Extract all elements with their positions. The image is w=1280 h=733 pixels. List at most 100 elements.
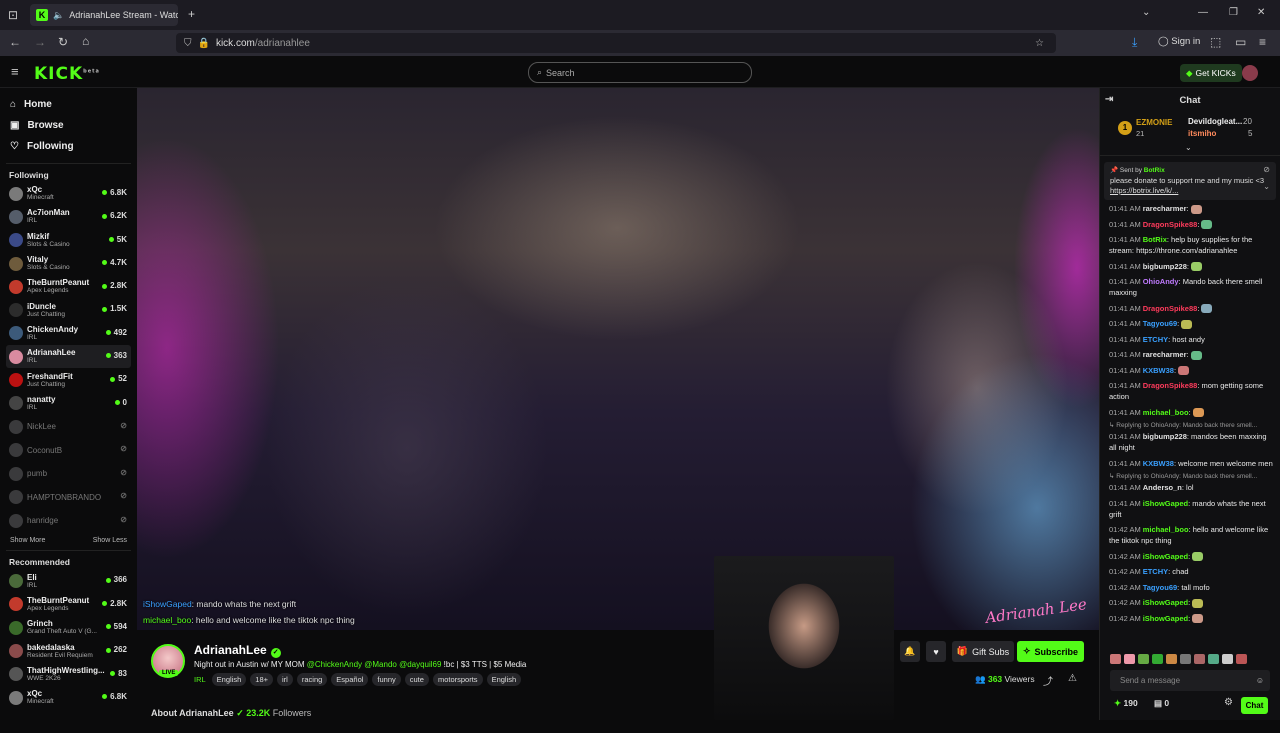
message-user[interactable]: KXBW38 — [1143, 459, 1174, 468]
message-user[interactable]: iShowGaped — [1143, 552, 1188, 561]
sidebar-channel[interactable]: xQc Minecraft 6.8K — [6, 182, 131, 205]
stream-tag[interactable]: motorsports — [432, 673, 483, 686]
kick-logo[interactable]: KICKbeta — [34, 64, 100, 84]
message-user[interactable]: DragonSpike88 — [1143, 381, 1198, 390]
sidebar-item-following[interactable]: ♡ Following — [6, 136, 131, 157]
sidebar-channel[interactable]: NickLee ⊘ — [6, 415, 131, 439]
download-icon[interactable]: ⤓ — [1132, 35, 1137, 50]
unpin-icon[interactable]: ⊘ — [1263, 165, 1270, 175]
chevron-down-icon[interactable]: ⌄ — [1142, 7, 1150, 18]
message-user[interactable]: rarecharmer — [1143, 350, 1187, 359]
stream-tag[interactable]: English — [211, 673, 247, 686]
leader-name[interactable]: Devildogleat... — [1188, 117, 1242, 126]
collapse-chat-icon[interactable]: ⇥ — [1105, 94, 1113, 105]
category-link[interactable]: IRL — [194, 675, 206, 684]
sidebar-channel[interactable]: TheBurntPeanut Apex Legends 2.8K — [6, 593, 131, 616]
forward-icon[interactable]: → — [34, 35, 46, 49]
show-less-button[interactable]: Show Less — [93, 537, 127, 544]
sidebar-channel[interactable]: HAMPTONBRANDO ⊘ — [6, 485, 131, 509]
notification-bell-icon[interactable]: 🔔 — [900, 641, 920, 662]
tab-list-icon[interactable]: ⊡ — [8, 8, 18, 22]
close-window-icon[interactable]: ✕ — [1257, 7, 1265, 18]
sidebar-channel[interactable]: bakedalaska Resident Evil Requiem 262 — [6, 639, 131, 662]
bookmark-star-icon[interactable]: ☆ — [1035, 38, 1044, 49]
chat-message[interactable]: 01:42 AM iShowGaped: — [1109, 551, 1273, 562]
pinned-user[interactable]: BotRix — [1144, 167, 1165, 174]
sign-in-button[interactable]: ◯ Sign in — [1158, 36, 1200, 47]
report-icon[interactable]: ⚠ — [1068, 673, 1077, 684]
sidebar-channel[interactable]: TheBurntPeanut Apex Legends 2.8K — [6, 275, 131, 298]
sidebar-channel[interactable]: FreshandFit Just Chatting 52 — [6, 368, 131, 391]
follow-heart-icon[interactable]: ♥ — [926, 641, 946, 662]
address-bar[interactable]: ⛉ 🔒 kick.com/adrianahlee ☆ — [176, 33, 1056, 53]
sidebar-channel[interactable]: Ac7ionMan IRL 6.2K — [6, 205, 131, 228]
message-user[interactable]: bigbump228 — [1143, 432, 1187, 441]
lock-icon[interactable]: 🔒 — [198, 38, 210, 49]
sidebar-channel[interactable]: iDuncle Just Chatting 1.5K — [6, 298, 131, 321]
chat-message[interactable]: 01:42 AM michael_boo: hello and welcome l… — [1109, 524, 1273, 546]
message-user[interactable]: BotRix — [1143, 235, 1167, 244]
points-counter[interactable]: ✦ 190 — [1114, 698, 1138, 709]
sidebar-toggle-icon[interactable]: ▭ — [1235, 35, 1246, 49]
extensions-icon[interactable]: ⬚ — [1210, 35, 1221, 49]
message-user[interactable]: OhioAndy — [1143, 277, 1179, 286]
settings-gear-icon[interactable]: ⚙ — [1224, 697, 1233, 708]
chat-message[interactable]: 01:41 AM DragonSpike88: — [1109, 303, 1273, 314]
message-user[interactable]: Tagyou69 — [1143, 583, 1177, 592]
stream-tag[interactable]: 18+ — [250, 673, 274, 686]
minimize-icon[interactable]: — — [1198, 7, 1208, 18]
sidebar-channel[interactable]: nanatty IRL 0 — [6, 392, 131, 415]
chat-message[interactable]: 01:42 AM iShowGaped: — [1109, 613, 1273, 624]
sidebar-channel[interactable]: Vitaly Slots & Casino 4.7K — [6, 252, 131, 275]
streamer-name-text[interactable]: AdrianahLee — [194, 643, 267, 657]
share-icon[interactable]: ⤴ — [1043, 673, 1053, 688]
sidebar-channel[interactable]: Eli IRL 366 — [6, 569, 131, 592]
sidebar-channel[interactable]: hanridge ⊘ — [6, 509, 131, 533]
chat-message[interactable]: 01:42 AM Tagyou69: tall mofo — [1109, 582, 1273, 593]
reply-context[interactable]: ↳ Replying to OhioAndy: Mando back there… — [1109, 473, 1273, 481]
emote-strip[interactable] — [1110, 654, 1247, 664]
chat-message[interactable]: 01:41 AM OhioAndy: Mando back there smell… — [1109, 276, 1273, 298]
chat-message[interactable]: 01:41 AM rarecharmer: — [1109, 203, 1273, 214]
chat-message[interactable]: 01:41 AM ETCHY: host andy — [1109, 334, 1273, 345]
chat-message[interactable]: 01:41 AM bigbump228: — [1109, 261, 1273, 272]
emoji-icon[interactable]: ☺ — [1256, 676, 1264, 685]
chat-message[interactable]: 01:41 AM Anderso_n: lol — [1109, 482, 1273, 493]
message-user[interactable]: Anderso_n — [1143, 483, 1182, 492]
video-player[interactable]: iShowGaped: mando whats the next grift m… — [137, 88, 1099, 630]
sidebar-channel[interactable]: xQc Minecraft 6.8K — [6, 686, 131, 709]
send-chat-button[interactable]: Chat — [1241, 697, 1268, 714]
leader-name[interactable]: EZMONIE — [1136, 118, 1172, 127]
sidebar-channel[interactable]: Grinch Grand Theft Auto V (G... 594 — [6, 616, 131, 639]
sidebar-channel[interactable]: pumb ⊘ — [6, 462, 131, 486]
message-user[interactable]: iShowGaped — [1143, 598, 1188, 607]
message-user[interactable]: michael_boo — [1143, 525, 1189, 534]
chat-input[interactable]: Send a message ☺ — [1110, 670, 1270, 691]
chat-message[interactable]: 01:41 AM DragonSpike88: — [1109, 219, 1273, 230]
chat-message[interactable]: 01:41 AM michael_boo: — [1109, 407, 1273, 418]
new-tab-icon[interactable]: + — [188, 7, 195, 21]
message-user[interactable]: KXBW38 — [1143, 366, 1174, 375]
chat-message[interactable]: 01:42 AM iShowGaped: — [1109, 597, 1273, 608]
chat-message[interactable]: 01:41 AM rarecharmer: — [1109, 349, 1273, 360]
user-avatar[interactable] — [1242, 65, 1258, 81]
message-user[interactable]: bigbump228 — [1143, 262, 1187, 271]
kicks-counter[interactable]: ▤ 0 — [1154, 698, 1169, 709]
sidebar-channel[interactable]: Mizkif Slots & Casino 5K — [6, 229, 131, 252]
gift-subs-button[interactable]: 🎁 Gift Subs — [952, 641, 1014, 662]
chat-message[interactable]: 01:41 AM KXBW38: welcome men welcome men — [1109, 458, 1273, 469]
stream-tag[interactable]: English — [486, 673, 522, 686]
message-user[interactable]: DragonSpike88 — [1143, 304, 1198, 313]
hamburger-icon[interactable]: ≡ — [11, 64, 19, 79]
subscribe-button[interactable]: ✧ Subscribe — [1017, 641, 1084, 662]
chat-message[interactable]: 01:41 AM BotRix: help buy supplies for th… — [1109, 234, 1273, 256]
message-user[interactable]: ETCHY — [1143, 335, 1168, 344]
search-input[interactable]: ⌕ Search — [528, 62, 752, 83]
menu-icon[interactable]: ≡ — [1259, 35, 1266, 49]
message-user[interactable]: iShowGaped — [1143, 614, 1188, 623]
chat-message[interactable]: 01:41 AM KXBW38: — [1109, 365, 1273, 376]
chevron-down-icon[interactable]: ⌄ — [1263, 182, 1270, 192]
message-user[interactable]: iShowGaped — [1143, 499, 1188, 508]
message-user[interactable]: rarecharmer — [1143, 204, 1187, 213]
leader-name[interactable]: itsmiho — [1188, 129, 1216, 138]
